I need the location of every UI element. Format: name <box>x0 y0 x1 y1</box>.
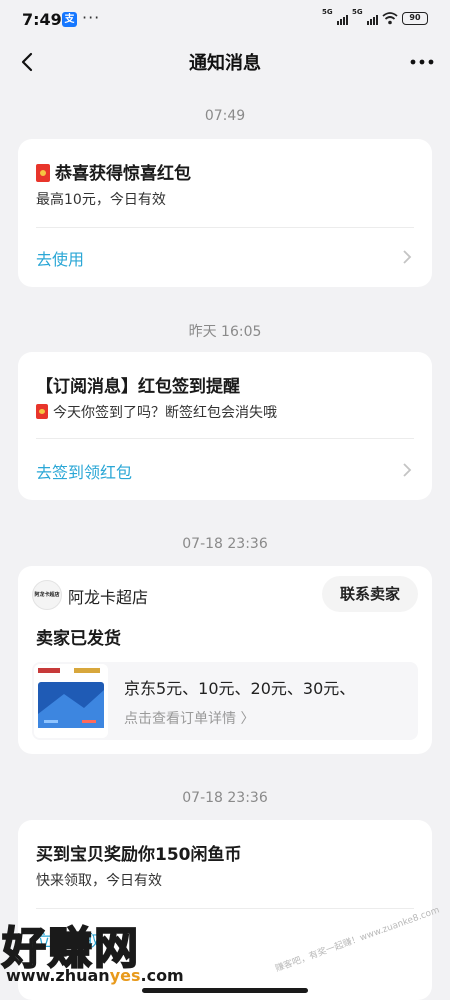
message-subtitle-text: 今天你签到了吗？断签红包会消失哦 <box>53 405 277 421</box>
message-subtitle: 最高10元，今日有效 <box>36 192 166 208</box>
message-title-text: 恭喜获得惊喜红包 <box>55 164 191 184</box>
message-timestamp: 07:49 <box>204 108 246 124</box>
message-timestamp: 07-18 23:36 <box>182 790 268 806</box>
message-subtitle: 快来领取，今日有效 <box>36 873 162 889</box>
nav-bar: 通知消息 <box>0 40 450 84</box>
watermark-faint-text: 赚客吧，有奖一起赚！www.zuanke8.com <box>274 905 441 975</box>
shop-avatar: 阿龙卡超店 <box>32 580 62 610</box>
red-packet-icon <box>36 404 48 419</box>
order-item[interactable]: 京东5元、10元、20元、30元、 点击查看订单详情 〉 <box>32 662 418 740</box>
wifi-icon <box>382 12 398 25</box>
order-details-link[interactable]: 点击查看订单详情 〉 <box>124 708 254 728</box>
watermark: 好赚网 www.zhuanyes.com 赚客吧，有奖一起赚！www.zuank… <box>0 905 450 1000</box>
page-title: 通知消息 <box>189 53 261 74</box>
message-timestamp: 昨天 16:05 <box>188 324 262 340</box>
home-indicator[interactable] <box>142 988 308 993</box>
signal-icon: 5G <box>322 8 348 25</box>
chevron-right-icon <box>403 463 412 477</box>
message-title: 恭喜获得惊喜红包 <box>36 159 191 184</box>
shop-name[interactable]: 阿龙卡超店 <box>68 584 148 608</box>
alipay-app-icon: 支 <box>62 12 77 27</box>
notification-dots: ··· <box>82 8 101 27</box>
message-card-checkin-reminder[interactable]: 【订阅消息】红包签到提醒 今天你签到了吗？断签红包会消失哦 去签到领红包 <box>18 352 432 500</box>
message-subtitle: 今天你签到了吗？断签红包会消失哦 <box>36 402 277 422</box>
status-time: 7:49 <box>22 10 62 29</box>
divider <box>36 227 414 228</box>
product-thumbnail <box>34 664 108 738</box>
divider <box>36 908 414 909</box>
status-bar: 7:49 支 ··· 5G 5G 90 <box>0 0 450 40</box>
message-title: 卖家已发货 <box>36 629 121 649</box>
red-packet-icon <box>36 164 50 182</box>
watermark-url: www.zhuanyes.com <box>6 966 184 985</box>
signal-label: 5G <box>352 8 363 16</box>
message-card-shipped[interactable]: 阿龙卡超店 阿龙卡超店 联系卖家 卖家已发货 京东5元、10元、20元、30元、… <box>18 566 432 754</box>
chevron-right-icon <box>403 250 412 264</box>
more-options-icon[interactable] <box>408 52 436 72</box>
divider <box>36 438 414 439</box>
signal-icon: 5G <box>352 8 378 25</box>
battery-icon: 90 <box>402 11 428 25</box>
contact-seller-button[interactable]: 联系卖家 <box>322 576 418 612</box>
message-title: 买到宝贝奖励你150闲鱼币 <box>36 845 242 865</box>
product-title: 京东5元、10元、20元、30元、 <box>124 679 356 698</box>
status-indicators: 5G 5G 90 <box>322 8 428 25</box>
signal-label: 5G <box>322 8 333 16</box>
message-title: 【订阅消息】红包签到提醒 <box>36 377 240 397</box>
use-button[interactable]: 去使用 <box>36 246 84 270</box>
message-card-red-packet[interactable]: 恭喜获得惊喜红包 最高10元，今日有效 去使用 <box>18 139 432 287</box>
checkin-button[interactable]: 去签到领红包 <box>36 459 132 483</box>
message-timestamp: 07-18 23:36 <box>182 536 268 552</box>
